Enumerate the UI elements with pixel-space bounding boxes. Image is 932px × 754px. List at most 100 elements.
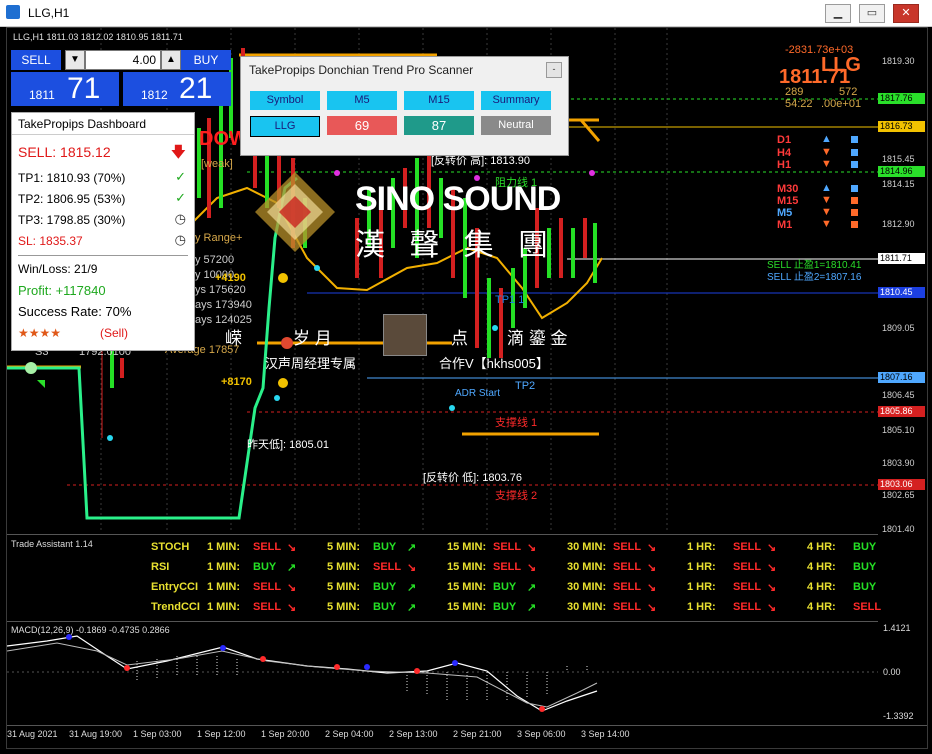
sell-price[interactable]: 1811 71: [11, 72, 119, 106]
minimize-button[interactable]: ▁: [825, 4, 851, 23]
restore-button[interactable]: ▭: [859, 4, 885, 23]
chart-area[interactable]: SINO SOUND 漢 聲 集 團 嵘 岁 月 点 滴 鎏 金 汉声周经理专属…: [6, 27, 928, 749]
arrow-down-icon: ↘: [287, 602, 297, 614]
dashboard-success: Success Rate: 70%: [18, 304, 132, 319]
window-title: LLG,H1: [28, 6, 70, 20]
dashboard-winloss: Win/Loss: 21/9: [18, 262, 98, 276]
ta-timeframe-label: 5 MIN:: [327, 541, 360, 553]
arrow-up-icon: ↗: [287, 562, 297, 574]
arrow-down-icon: ↘: [767, 542, 777, 554]
tf-label-m1: M1: [777, 219, 793, 231]
macd-panel[interactable]: MACD(12,26,9) -0.1869 -0.4735 0.2866 1.4…: [7, 621, 914, 724]
sinosound-logo: [255, 172, 335, 252]
ta-signal-sell: SELL: [853, 601, 882, 613]
scanner-header-m15[interactable]: M15: [404, 91, 474, 110]
ta-timeframe-label: 15 MIN:: [447, 541, 487, 553]
scanner-title: TakePropips Donchian Trend Pro Scanner: [249, 63, 474, 77]
price-axis[interactable]: 1819.30 1817.76 1816.73 1815.45 1814.96 1814.…: [878, 28, 927, 534]
price-tag: 1810.45: [878, 287, 925, 298]
dashboard-sell: (Sell): [100, 326, 129, 340]
stat-e: .00e+01: [821, 98, 862, 110]
dashboard-signal: SELL: 1815.12: [18, 144, 111, 160]
trend-square-icon: [851, 185, 858, 192]
scanner-panel: TakePropips Donchian Trend Pro Scanner -…: [240, 56, 569, 156]
trend-square-icon: [851, 221, 858, 228]
price-axis-label: 1803.90: [882, 458, 915, 468]
arrow-down-icon: ↘: [647, 602, 657, 614]
trend-arrow-icon: ▼: [821, 206, 832, 218]
chart-info: LLG,H1 1811.03 1812.02 1810.95 1811.71: [13, 32, 183, 42]
dashboard-tp1: TP1: 1810.93 (70%): [18, 171, 126, 185]
scanner-symbol-llg[interactable]: LLG: [250, 116, 320, 137]
trend-square-icon: [851, 136, 858, 143]
ta-timeframe-label: 5 MIN:: [327, 561, 360, 573]
dashboard-profit: Profit: +117840: [18, 283, 106, 298]
scanner-m15-value[interactable]: 87: [404, 116, 474, 135]
price-axis-label: 1819.30: [882, 56, 915, 66]
ta-timeframe-label: 1 MIN:: [207, 601, 240, 613]
plus4190-label: +4190: [215, 272, 246, 284]
ta-indicator-label: STOCH: [151, 541, 190, 553]
tf-label-m15: M15: [777, 195, 799, 207]
app-icon: [6, 5, 20, 19]
promo-text-2: 合作V【hkhs005】: [439, 356, 549, 371]
lot-size-input[interactable]: 4.00: [85, 50, 161, 70]
sell-price-big: 71: [67, 72, 101, 105]
ta-timeframe-label: 4 HR:: [807, 561, 836, 573]
resistance1-label: 阻力线 1: [495, 177, 538, 189]
arrow-down-icon: ↘: [647, 562, 657, 574]
sell-price-small: 1811: [29, 88, 55, 102]
stat-c: 572: [839, 86, 858, 98]
trend-arrow-icon: ▼: [821, 158, 832, 170]
days-3: ys 175620: [195, 284, 246, 296]
scanner-header-symbol[interactable]: Symbol: [250, 91, 320, 110]
scanner-minimize-button[interactable]: -: [546, 62, 562, 78]
promo-text-1: 汉声周经理专属: [265, 356, 357, 371]
ta-signal-sell: SELL: [373, 561, 402, 573]
trend-square-icon: [851, 149, 858, 156]
arrow-down-icon: ↘: [767, 602, 777, 614]
price-tag: 1807.16: [878, 372, 925, 383]
arrow-down-icon: ↘: [647, 582, 657, 594]
macd-axis-top: 1.4121: [883, 623, 911, 633]
price-axis-label: 1809.05: [882, 323, 915, 333]
trend-square-icon: [851, 161, 858, 168]
ta-signal-sell: SELL: [733, 541, 762, 553]
ta-signal-sell: SELL: [253, 581, 282, 593]
scanner-header-summary[interactable]: Summary: [481, 91, 551, 110]
scanner-m5-value[interactable]: 69: [327, 116, 397, 135]
time-axis: 31 Aug 2021 31 Aug 19:00 1 Sep 03:00 1 Sep …: [7, 725, 927, 748]
buy-button[interactable]: BUY: [181, 50, 231, 70]
scanner-header-m5[interactable]: M5: [327, 91, 397, 110]
trade-assistant-title: Trade Assistant 1.14: [11, 539, 93, 549]
price-axis-label: 1802.65: [882, 490, 915, 500]
ta-signal-buy: BUY: [853, 581, 877, 593]
price-tag: 1805.86: [878, 406, 925, 417]
support2-label: 支撑线 2: [495, 490, 538, 502]
sell-button[interactable]: SELL: [11, 50, 61, 70]
dashboard-tp3: TP3: 1798.85 (30%): [18, 213, 126, 227]
check-icon: ✓: [175, 190, 186, 205]
arrow-up-icon: ↗: [527, 602, 537, 614]
promo-char-2: 点: [451, 329, 468, 348]
ta-signal-sell: SELL: [613, 581, 642, 593]
ta-signal-buy: BUY: [373, 601, 397, 613]
check-icon: ✓: [175, 169, 186, 184]
trend-arrow-icon: ▲: [821, 182, 832, 194]
lot-increase-button[interactable]: ▲: [161, 50, 181, 70]
ta-indicator-label: TrendCCI: [151, 601, 200, 613]
clock-icon: ◷: [174, 211, 186, 226]
promo-text-3: 岁 月: [293, 329, 332, 348]
ta-signal-buy: BUY: [853, 561, 877, 573]
adr-start-label: ADR Start: [455, 388, 501, 399]
ta-signal-buy: BUY: [853, 541, 877, 553]
buy-price[interactable]: 1812 21: [123, 72, 231, 106]
close-button[interactable]: ✕: [893, 4, 919, 23]
lot-decrease-button[interactable]: ▼: [65, 50, 85, 70]
ta-timeframe-label: 30 MIN:: [567, 581, 607, 593]
ta-signal-buy: BUY: [493, 581, 517, 593]
ta-indicator-label: EntryCCI: [151, 581, 199, 593]
scanner-summary-value[interactable]: Neutral: [481, 116, 551, 135]
dashboard-stars: ★★★★: [18, 326, 62, 340]
days-4: ays 173940: [195, 299, 252, 311]
